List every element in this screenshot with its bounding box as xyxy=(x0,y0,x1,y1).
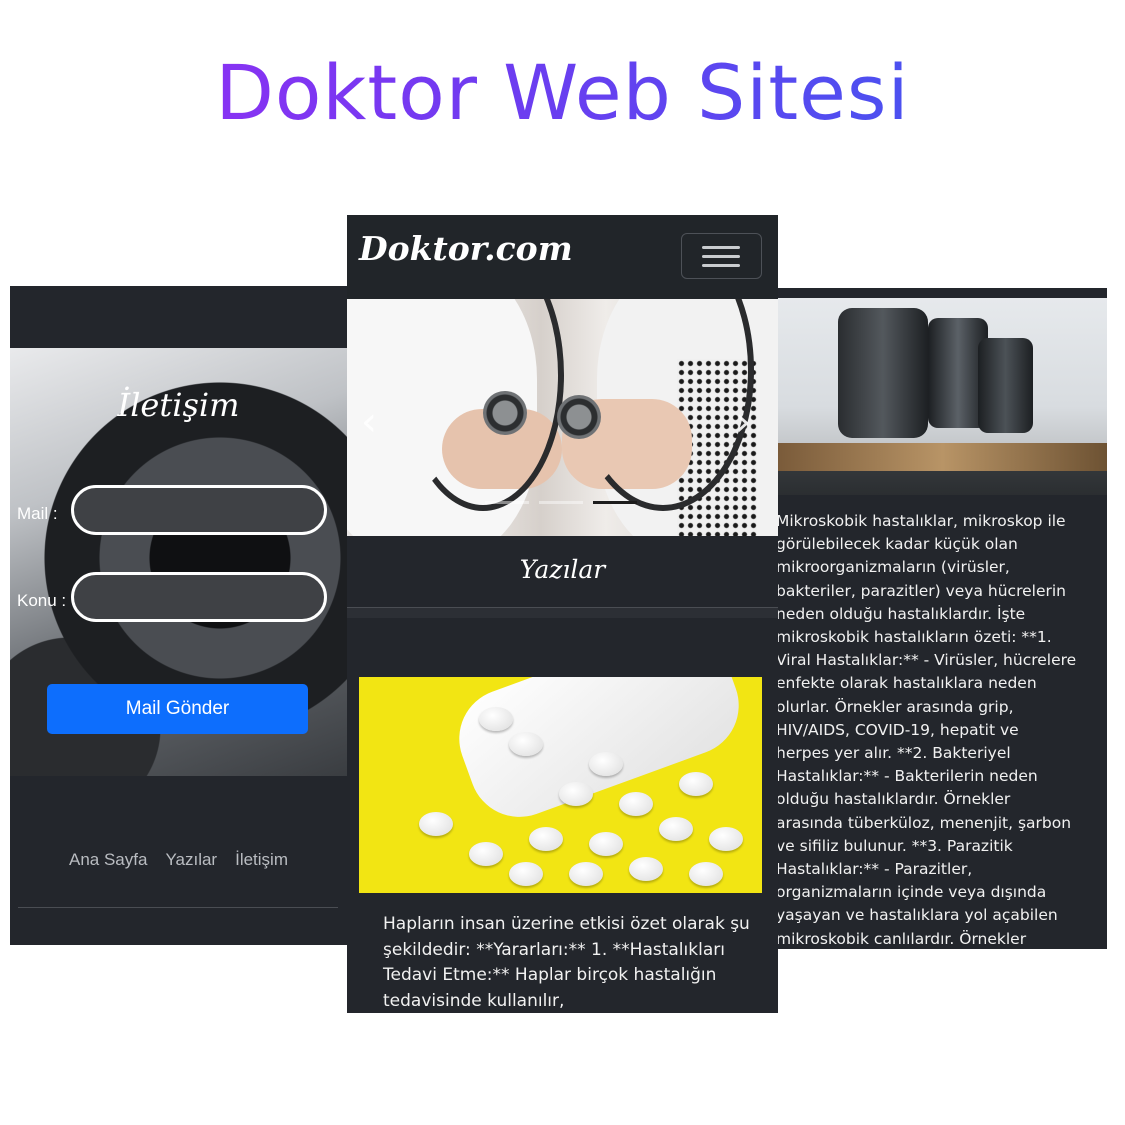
article-text: Mikroskobik hastalıklar, mikroskop ile g… xyxy=(778,512,1077,948)
card-text: Hapların insan üzerine etkisi özet olara… xyxy=(383,914,750,1011)
mail-label: Mail : xyxy=(17,504,58,523)
navbar: Doktor.com xyxy=(347,215,778,299)
footer-link-home[interactable]: Ana Sayfa xyxy=(69,850,147,870)
footer-link-posts[interactable]: Yazılar xyxy=(165,850,217,870)
mail-input[interactable] xyxy=(71,485,327,535)
article-screen: Mikroskobik hastalıklar, mikroskop ile g… xyxy=(778,288,1107,949)
contact-heading: İletişim xyxy=(117,386,240,424)
pill xyxy=(679,772,713,796)
microscope-image xyxy=(778,298,1107,495)
contact-screen: İletişim Mail : Konu : Mail Gönder Ana S… xyxy=(10,286,347,945)
brand-logo[interactable]: Doktor.com xyxy=(359,229,573,268)
pill xyxy=(509,862,543,886)
chevron-left-icon[interactable]: ‹ xyxy=(361,399,377,445)
stethoscope-icon xyxy=(557,395,601,439)
pill xyxy=(529,827,563,851)
microscope-stage xyxy=(778,443,1107,471)
menu-toggle-button[interactable] xyxy=(681,233,762,279)
stethoscope-icon xyxy=(483,391,527,435)
chevron-right-icon[interactable]: › xyxy=(735,399,751,445)
pill xyxy=(469,842,503,866)
konu-input[interactable] xyxy=(71,572,327,622)
footer-link-contact[interactable]: İletişim xyxy=(235,850,288,870)
page-title: Doktor Web Sitesi xyxy=(0,48,1125,137)
carousel-indicators xyxy=(485,501,637,504)
carousel-indicator[interactable] xyxy=(593,501,637,504)
konu-label: Konu : xyxy=(17,591,67,610)
pill xyxy=(619,792,653,816)
home-screen: Doktor.com ‹ › Yazılar Hapların insan üz… xyxy=(347,215,778,1013)
pill xyxy=(659,817,693,841)
carousel-indicator[interactable] xyxy=(485,501,529,504)
pill xyxy=(689,862,723,886)
pill xyxy=(569,862,603,886)
footer-divider xyxy=(18,907,338,908)
send-mail-button[interactable]: Mail Gönder xyxy=(47,684,308,734)
pill xyxy=(709,827,743,851)
pills-image xyxy=(359,677,762,893)
carousel-indicator[interactable] xyxy=(539,501,583,504)
microscope-lens xyxy=(978,338,1033,433)
pill xyxy=(629,857,663,881)
card-spacer xyxy=(347,608,778,618)
pill xyxy=(559,782,593,806)
footer-nav: Ana Sayfa Yazılar İletişim xyxy=(10,850,347,870)
pill xyxy=(589,752,623,776)
pill xyxy=(479,707,513,731)
section-title: Yazılar xyxy=(519,555,606,584)
pill xyxy=(419,812,453,836)
pill xyxy=(589,832,623,856)
hero-carousel[interactable]: ‹ › xyxy=(347,299,778,536)
pill xyxy=(509,732,543,756)
microscope-body xyxy=(838,308,928,438)
